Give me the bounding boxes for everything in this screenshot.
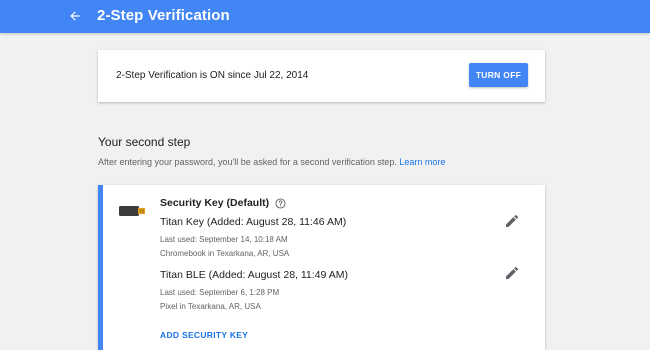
card-accent-bar	[98, 185, 103, 350]
security-key-header: Security Key (Default)	[160, 197, 286, 209]
key-last-used: Last used: September 6, 1:28 PM	[160, 288, 280, 297]
key-location: Chromebook in Texarkana, AR, USA	[160, 249, 290, 258]
status-text: 2-Step Verification is ON since Jul 22, …	[116, 70, 309, 81]
learn-more-link[interactable]: Learn more	[399, 157, 445, 167]
add-security-key-button[interactable]: ADD SECURITY KEY	[160, 330, 248, 340]
page-title: 2-Step Verification	[97, 7, 230, 24]
security-key-card: Security Key (Default) Titan Key (Added:…	[98, 185, 545, 350]
section-title: Your second step	[98, 135, 191, 149]
usb-key-icon	[119, 206, 145, 216]
section-description-text: After entering your password, you'll be …	[98, 157, 397, 167]
arrow-back-icon	[70, 11, 80, 21]
help-icon[interactable]	[275, 197, 286, 209]
key-name: Titan BLE (Added: August 28, 11:49 AM)	[160, 269, 348, 281]
top-app-bar: 2-Step Verification	[0, 0, 650, 33]
security-key-title: Security Key (Default)	[160, 197, 270, 209]
key-location: Pixel in Texarkana, AR, USA	[160, 302, 261, 311]
key-name: Titan Key (Added: August 28, 11:46 AM)	[160, 216, 347, 228]
edit-key-button[interactable]	[504, 213, 520, 229]
status-card: 2-Step Verification is ON since Jul 22, …	[98, 50, 545, 102]
key-last-used: Last used: September 14, 10:18 AM	[160, 235, 288, 244]
section-description: After entering your password, you'll be …	[98, 157, 445, 167]
edit-key-button[interactable]	[504, 265, 520, 281]
turn-off-button[interactable]: TURN OFF	[469, 63, 528, 87]
back-button[interactable]	[64, 5, 86, 27]
